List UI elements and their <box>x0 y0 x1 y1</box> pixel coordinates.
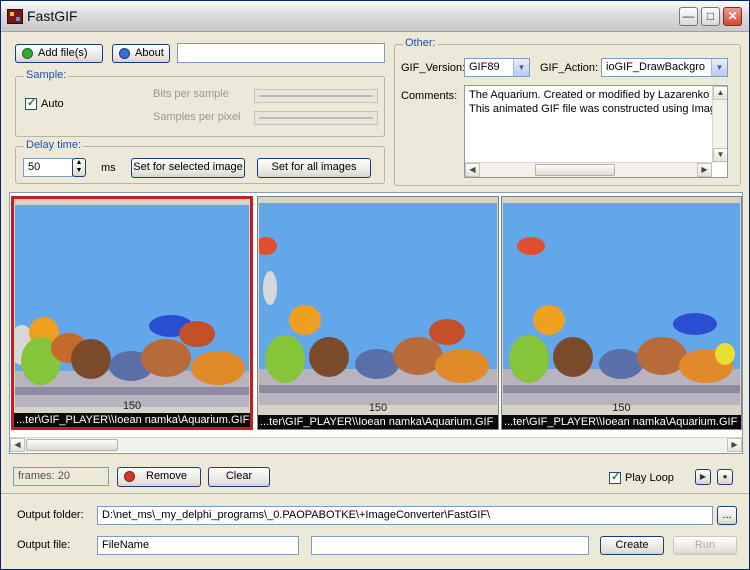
aquarium-image <box>259 203 497 405</box>
set-all-button[interactable]: Set for all images <box>257 158 371 178</box>
frame-path: ...ter\GIF_PLAYER\\Ioean namka\Aquarium.… <box>502 415 741 429</box>
comment-line-2: This animated GIF file was constructed u… <box>469 103 723 115</box>
gif-action-value: ioGIF_DrawBackgro <box>606 61 706 73</box>
scroll-left-icon[interactable]: ◀ <box>465 163 480 177</box>
gif-version-value: GIF89 <box>469 61 500 73</box>
remove-label: Remove <box>146 470 187 482</box>
bits-per-sample-slider[interactable] <box>254 89 378 103</box>
fastgif-window: FastGIF — □ ✕ Add file(s) About Sample: … <box>0 0 750 570</box>
remove-icon <box>124 471 135 482</box>
frame-path: ...ter\GIF_PLAYER\\Ioean namka\Aquarium.… <box>14 413 250 427</box>
samples-per-pixel-slider[interactable] <box>254 111 378 125</box>
comments-hscroll-thumb[interactable] <box>535 164 615 176</box>
about-button[interactable]: About <box>112 44 170 63</box>
frames-count: frames: 20 <box>13 467 109 486</box>
divider <box>1 493 749 494</box>
comment-line-1: The Aquarium. Created or modified by Laz… <box>469 89 723 101</box>
play-loop-checkbox[interactable] <box>609 470 621 484</box>
top-text-input[interactable] <box>177 43 385 63</box>
run-button[interactable]: Run <box>673 536 737 555</box>
minimize-button[interactable]: — <box>679 7 698 26</box>
scroll-left-icon[interactable]: ◀ <box>10 438 25 452</box>
scroll-right-icon[interactable]: ▶ <box>727 438 742 452</box>
play-loop-label: Play Loop <box>625 472 674 484</box>
add-files-label: Add file(s) <box>38 47 88 59</box>
delay-input[interactable]: 50 <box>23 158 73 177</box>
gif-version-select[interactable]: GIF89 ▼ <box>464 58 530 77</box>
sample-group: Sample: <box>15 69 385 137</box>
frames-hscroll[interactable]: ◀ ▶ <box>10 437 742 452</box>
other-legend: Other: <box>403 37 438 49</box>
output-file-label: Output file: <box>17 539 71 551</box>
close-button[interactable]: ✕ <box>723 7 742 26</box>
delay-spinner[interactable]: ▲ ▼ <box>72 158 86 177</box>
gif-action-select[interactable]: ioGIF_DrawBackgro ▼ <box>601 58 728 77</box>
comments-memo[interactable]: The Aquarium. Created or modified by Laz… <box>464 85 728 178</box>
set-selected-button[interactable]: Set for selected image <box>131 158 245 178</box>
create-button[interactable]: Create <box>600 536 664 555</box>
frame-number: 150 <box>368 402 388 414</box>
auto-checkbox[interactable] <box>25 96 37 110</box>
next-frame-icon[interactable]: ▶ <box>695 469 711 485</box>
frame-path: ...ter\GIF_PLAYER\\Ioean namka\Aquarium.… <box>258 415 498 429</box>
frames-hscroll-thumb[interactable] <box>26 439 118 451</box>
gif-version-label: GIF_Version: <box>401 62 466 74</box>
frame-number: 150 <box>612 402 631 414</box>
maximize-button[interactable]: □ <box>701 7 720 26</box>
scroll-right-icon[interactable]: ▶ <box>697 163 712 177</box>
frame-thumbnail[interactable]: 150 ...ter\GIF_PLAYER\\Ioean namka\Aquar… <box>11 196 253 430</box>
chevron-down-icon: ▼ <box>513 59 529 76</box>
clear-button[interactable]: Clear <box>208 467 270 487</box>
gif-action-label: GIF_Action: <box>540 62 599 74</box>
add-icon <box>22 48 33 59</box>
aquarium-image <box>503 203 740 405</box>
aquarium-image <box>15 205 249 407</box>
frames-strip: 150 ...ter\GIF_PLAYER\\Ioean namka\Aquar… <box>9 192 743 454</box>
scroll-up-icon[interactable]: ▲ <box>713 86 727 100</box>
output-extra-input[interactable] <box>311 536 589 555</box>
frame-thumbnail[interactable]: 150 ...ter\GIF_PLAYER\\Ioean namka\Aquar… <box>501 196 742 430</box>
output-folder-label: Output folder: <box>17 509 84 521</box>
sample-legend: Sample: <box>24 69 69 81</box>
frame-thumbnail[interactable]: 150 ...ter\GIF_PLAYER\\Ioean namka\Aquar… <box>257 196 499 430</box>
output-folder-input[interactable]: D:\net_ms\_my_delphi_programs\_0.PAOPABO… <box>97 506 713 525</box>
browse-button[interactable]: ... <box>717 506 737 525</box>
output-file-input[interactable]: FileName <box>97 536 299 555</box>
app-icon <box>7 9 23 24</box>
delay-legend: Delay time: <box>24 139 84 151</box>
comments-label: Comments: <box>401 90 458 102</box>
samples-per-pixel-label: Samples per pixel <box>153 111 241 123</box>
remove-button[interactable]: Remove <box>117 467 201 487</box>
bits-per-sample-label: Bits per sample <box>153 88 229 100</box>
info-icon <box>119 48 130 59</box>
stop-icon[interactable]: ● <box>717 469 733 485</box>
comments-vscroll[interactable]: ▲ ▼ <box>712 86 727 163</box>
chevron-down-icon: ▼ <box>711 59 727 76</box>
title-bar[interactable]: FastGIF — □ ✕ <box>1 1 749 32</box>
add-files-button[interactable]: Add file(s) <box>15 44 103 63</box>
comments-hscroll[interactable]: ◀ ▶ <box>465 162 712 177</box>
window-title: FastGIF <box>27 8 78 24</box>
auto-label: Auto <box>41 98 64 110</box>
frame-number: 150 <box>122 400 142 412</box>
about-label: About <box>135 47 164 59</box>
delay-unit: ms <box>101 162 116 174</box>
scroll-down-icon[interactable]: ▼ <box>713 148 727 162</box>
